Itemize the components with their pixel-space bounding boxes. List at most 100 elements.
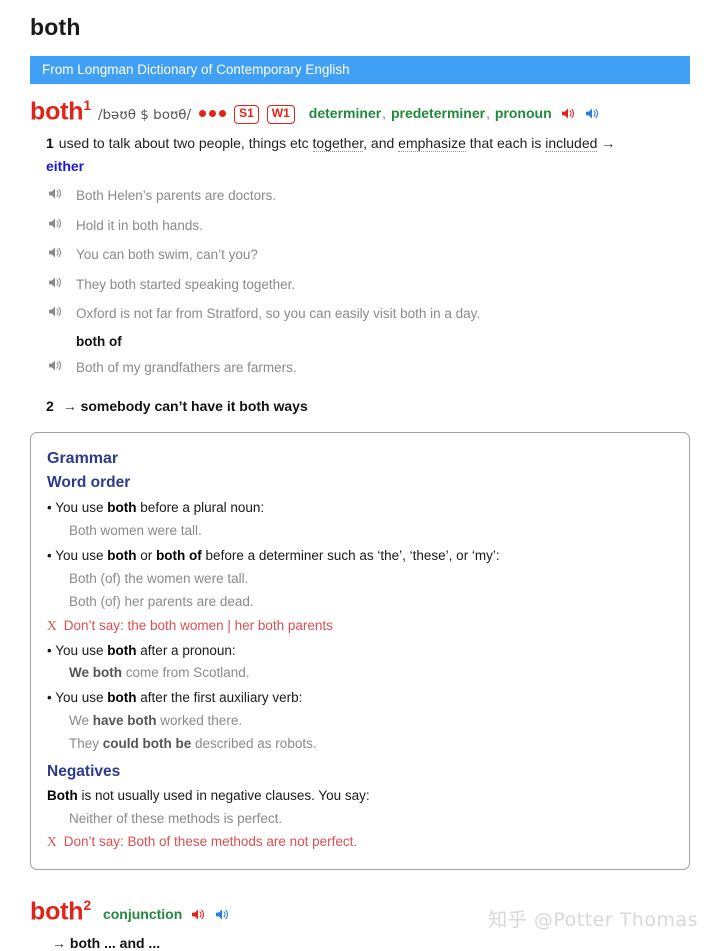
- pos-separator: ,: [382, 105, 387, 122]
- part-of-speech-list: determiner, predeterminer, pronoun: [309, 106, 552, 121]
- warning-text: Don’t say: the both women | her both par…: [63, 617, 333, 633]
- phrase-arrow: →: [52, 935, 66, 951]
- page-title: both: [30, 14, 81, 40]
- rule-text: is not usually used in negative clauses.…: [77, 787, 370, 803]
- rule-text: • You use: [47, 547, 108, 563]
- sense-2: 2 → somebody can’t have it both ways: [30, 398, 690, 414]
- example-keyword: We both: [69, 665, 122, 681]
- definition-part: used to talk about two people, things et…: [58, 134, 313, 151]
- sense-number: 1: [46, 134, 54, 151]
- phrase-link[interactable]: both ... and ...: [70, 935, 160, 951]
- grammar-warning: X Don’t say: the both women | her both pa…: [47, 616, 673, 637]
- example-item: Both of my grandfathers are farmers.: [49, 353, 690, 383]
- rule-text: • You use: [47, 500, 108, 515]
- grammar-example: We both come from Scotland.: [47, 663, 673, 684]
- part-of-speech-list: conjunction: [103, 906, 182, 922]
- pos-pronoun: pronoun: [494, 105, 552, 122]
- homograph-number: 1: [83, 97, 91, 114]
- grammar-section-heading-negatives: Negatives: [47, 763, 121, 781]
- example-text: Hold it in both hands.: [76, 217, 203, 233]
- speaker-american-icon[interactable]: [215, 908, 230, 921]
- example-text: worked there.: [156, 713, 243, 729]
- definition-part: that each is: [465, 134, 546, 151]
- headword-text: both: [30, 897, 84, 926]
- collocation-example-list: Both of my grandfathers are farmers.: [30, 353, 690, 383]
- pos-predeterminer: predeterminer: [390, 105, 486, 122]
- pos-determiner: determiner: [308, 105, 382, 122]
- sense-1: 1 used to talk about two people, things e…: [30, 133, 690, 177]
- example-item: Oxford is not far from Stratford, so you…: [49, 299, 690, 329]
- example-text: You can both swim, can’t you?: [76, 247, 258, 263]
- grammar-example: Both (of) her parents are dead.: [69, 593, 254, 609]
- grammar-rule: • You use both after a pronoun:: [47, 641, 673, 662]
- rule-keyword: both: [107, 547, 137, 563]
- speaker-icon[interactable]: [48, 217, 63, 230]
- grammar-example: They could both be described as robots.: [47, 734, 673, 755]
- pos-separator: ,: [486, 105, 490, 122]
- grammar-example: We have both worked there.: [47, 711, 673, 732]
- gloss-link-emphasize[interactable]: emphasize: [398, 134, 466, 152]
- speaker-icon[interactable]: [48, 359, 63, 372]
- speaker-icon[interactable]: [48, 305, 63, 318]
- headword-text: both: [30, 97, 84, 126]
- definition-part: , and: [363, 134, 399, 151]
- rule-text: after the first auxiliary verb:: [136, 690, 303, 706]
- example-text: We: [69, 713, 93, 729]
- pronunciation: /bəʊθ $ boʊθ/: [97, 107, 192, 124]
- rule-text: before a plural noun:: [136, 500, 265, 515]
- cross-reference-either[interactable]: either: [46, 158, 84, 174]
- rule-text: before a determiner such as ‘the’, ‘thes…: [201, 547, 500, 563]
- example-list: Both Helen’s parents are doctors. Hold i…: [30, 181, 690, 329]
- headword-line: both1 /bəʊθ $ boʊθ/ S1 W1 determiner, pr…: [30, 97, 690, 126]
- speaker-icon[interactable]: [48, 246, 63, 259]
- xref-arrow: →: [601, 134, 616, 151]
- frequency-dot: [219, 110, 227, 118]
- badge-s1[interactable]: S1: [234, 105, 259, 124]
- example-text: Both Helen’s parents are doctors.: [76, 187, 277, 203]
- grammar-example: Both (of) the women were tall.: [69, 570, 249, 586]
- example-item: Both Helen’s parents are doctors.: [49, 181, 690, 211]
- source-banner: From Longman Dictionary of Contemporary …: [30, 55, 690, 85]
- rule-keyword: both: [107, 500, 137, 515]
- rule-keyword: both of: [156, 547, 202, 563]
- grammar-rule: Both is not usually used in negative cla…: [47, 786, 673, 807]
- gloss-link-included[interactable]: included: [545, 134, 598, 152]
- sense-1: → both ... and ...: [30, 935, 690, 951]
- example-text: come from Scotland.: [122, 665, 250, 681]
- phrase-link[interactable]: somebody can’t have it both ways: [81, 398, 308, 414]
- example-text: Both of my grandfathers are farmers.: [76, 359, 297, 375]
- frequency-dots: [199, 110, 227, 118]
- rule-keyword: both: [107, 690, 137, 706]
- grammar-box-title: Grammar: [47, 450, 119, 468]
- rule-keyword: Both: [47, 787, 78, 803]
- rule-text: • You use: [47, 690, 108, 706]
- x-mark-icon: X: [47, 617, 57, 633]
- badge-w1[interactable]: W1: [266, 105, 295, 124]
- watermark: 知乎 @Potter Thomas: [488, 909, 698, 931]
- phrase-arrow: →: [62, 398, 77, 415]
- example-item: Hold it in both hands.: [49, 211, 690, 241]
- grammar-example: Neither of these methods is perfect.: [69, 810, 283, 826]
- gloss-link-together[interactable]: together: [312, 134, 364, 152]
- rule-text: after a pronoun:: [136, 642, 236, 658]
- homograph-number: 2: [83, 897, 91, 914]
- example-keyword: could both be: [102, 736, 192, 752]
- rule-keyword: both: [107, 642, 137, 658]
- sense-number: 2: [46, 398, 54, 415]
- frequency-dot: [209, 110, 217, 118]
- example-item: They both started speaking together.: [49, 270, 690, 300]
- example-keyword: have both: [92, 713, 157, 729]
- speaker-american-icon[interactable]: [585, 107, 600, 120]
- grammar-rule: • You use both before a plural noun:: [47, 498, 673, 519]
- frequency-dot: [199, 110, 207, 118]
- speaker-icon[interactable]: [48, 187, 63, 200]
- example-text: Oxford is not far from Stratford, so you…: [76, 306, 481, 322]
- speaker-british-icon[interactable]: [561, 107, 576, 120]
- grammar-warning: X Don’t say: Both of these methods are no…: [47, 832, 673, 853]
- grammar-box: Grammar Word order • You use both before…: [30, 432, 690, 871]
- speaker-british-icon[interactable]: [191, 908, 206, 921]
- warning-text: Don’t say: Both of these methods are not…: [63, 834, 358, 850]
- rule-text: or: [136, 547, 157, 563]
- speaker-icon[interactable]: [48, 276, 63, 289]
- sense-definition: used to talk about two people, things et…: [58, 134, 598, 152]
